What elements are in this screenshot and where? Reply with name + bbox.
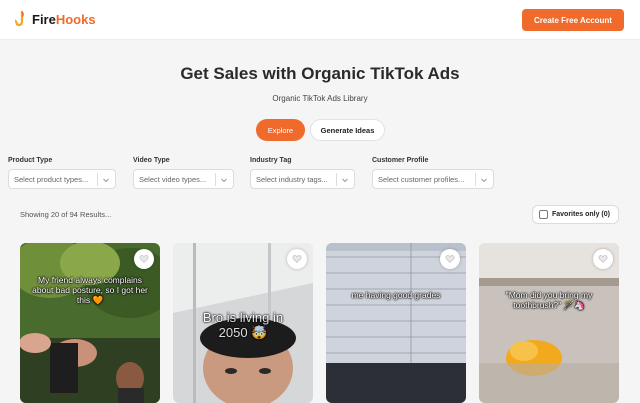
logo[interactable]: FireHooks [15,11,96,28]
filter-label: Video Type [133,157,170,164]
filter-label: Industry Tag [250,157,292,164]
ad-card[interactable]: My friend always complains about bad pos… [20,243,160,403]
ad-card[interactable]: me having good grades [326,243,466,403]
select-placeholder: Select product types... [14,174,89,184]
page-subtitle: Organic TikTok Ads Library [272,94,368,103]
ad-card[interactable]: "Mom did you bring my toothbrush?" 🪄🦄 [479,243,619,403]
favorites-checkbox[interactable] [539,210,548,219]
filter-label: Customer Profile [372,157,429,164]
video-caption: "Mom did you bring my toothbrush?" 🪄🦄 [505,290,593,310]
filter-customer-profile: Customer Profile Select customer profile… [372,157,494,189]
video-caption: me having good grades [351,290,441,300]
chevron-down-icon [481,178,487,183]
favorite-button[interactable] [287,249,307,269]
industry-tag-select[interactable]: Select industry tags... [250,169,355,189]
filter-video-type: Video Type Select video types... [133,157,234,189]
favorite-button[interactable] [440,249,460,269]
ad-card[interactable]: Bro is living in 2050 🤯 [173,243,313,403]
select-separator [97,173,98,186]
tab-generate-ideas[interactable]: Generate Ideas [310,119,385,141]
chevron-down-icon [221,178,227,183]
filter-label: Product Type [8,157,53,164]
filter-industry-tag: Industry Tag Select industry tags... [250,157,355,189]
select-separator [475,173,476,186]
chevron-down-icon [103,178,109,183]
favorite-button[interactable] [134,249,154,269]
tab-explore[interactable]: Explore [256,119,305,141]
filter-product-type: Product Type Select product types... [8,157,116,189]
select-separator [336,173,337,186]
video-caption: Bro is living in 2050 🤯 [202,310,284,340]
chevron-down-icon [342,178,348,183]
select-separator [215,173,216,186]
page-title: Get Sales with Organic TikTok Ads [180,64,460,83]
favorites-only-toggle[interactable]: Favorites only (0) [532,205,619,224]
video-caption: My friend always complains about bad pos… [32,275,148,305]
favorites-label: Favorites only (0) [552,211,610,218]
create-account-button[interactable]: Create Free Account [522,9,624,31]
select-placeholder: Select industry tags... [256,174,328,184]
favorite-button[interactable] [593,249,613,269]
heart-icon [139,255,149,263]
customer-profile-select[interactable]: Select customer profiles... [372,169,494,189]
logo-text-hooks: Hooks [55,12,96,27]
results-count: Showing 20 of 94 Results... [20,210,112,219]
tab-bar: Explore Generate Ideas [256,119,385,141]
top-bar: FireHooks Create Free Account [0,0,640,40]
heart-icon [598,255,608,263]
select-placeholder: Select video types... [139,174,207,184]
video-type-select[interactable]: Select video types... [133,169,234,189]
select-placeholder: Select customer profiles... [378,174,465,184]
logo-text: FireHooks [32,12,96,27]
heart-icon [445,255,455,263]
product-type-select[interactable]: Select product types... [8,169,116,189]
heart-icon [292,255,302,263]
logo-text-fire: Fire [32,12,56,27]
hook-icon [15,11,24,27]
